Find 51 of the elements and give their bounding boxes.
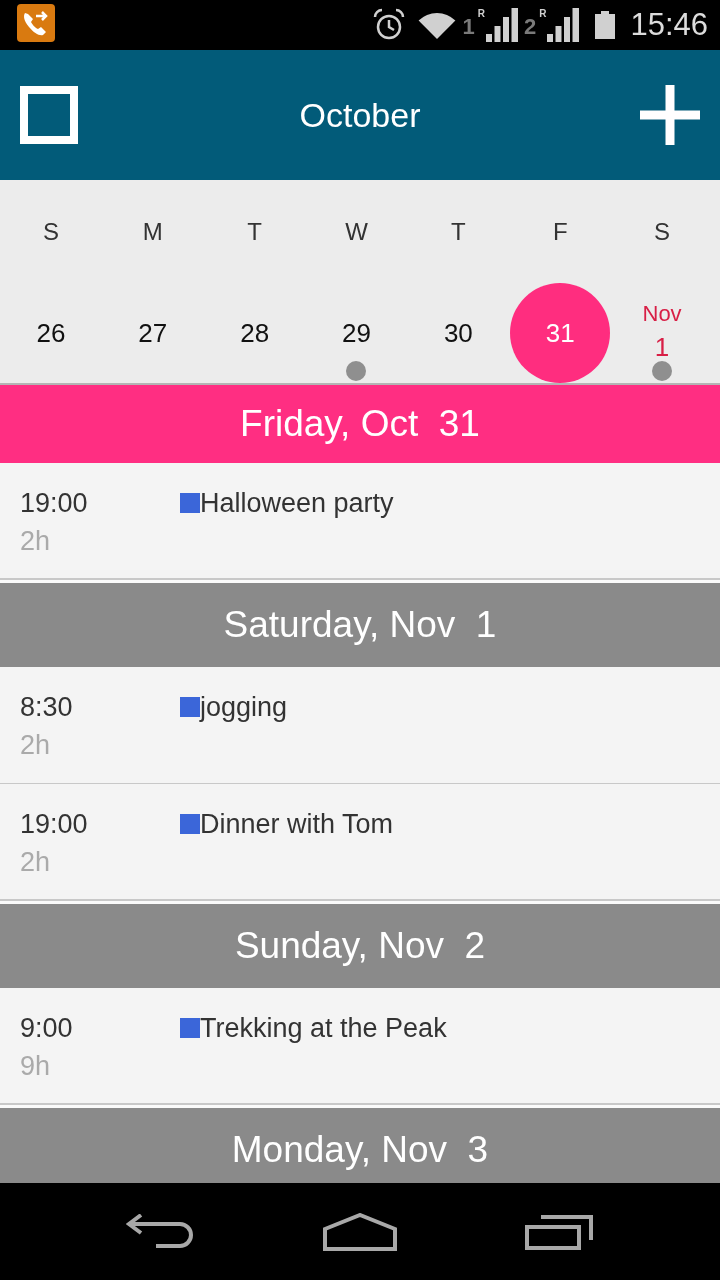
weekday-label: S xyxy=(654,218,671,246)
date-cell[interactable]: 27 xyxy=(132,313,174,352)
weekday-label: M xyxy=(142,218,163,246)
weekday-label: F xyxy=(552,218,568,246)
date-cell[interactable]: 28 xyxy=(234,313,276,352)
sim-label: 1 xyxy=(462,14,475,40)
alarm-clock-icon xyxy=(372,8,407,42)
battery-icon xyxy=(595,11,616,39)
phone-forward-icon xyxy=(17,4,55,42)
event-duration: 2h xyxy=(20,525,51,558)
month-title: October xyxy=(299,95,421,135)
date-cell[interactable]: 31 xyxy=(510,282,611,383)
home-icon[interactable] xyxy=(323,1212,397,1251)
event-title: Dinner with Tom xyxy=(200,808,394,841)
clock-time: 15:46 xyxy=(630,7,708,43)
date-cell[interactable]: 29 xyxy=(336,313,377,352)
event-time: 8:30 xyxy=(20,691,73,724)
wifi-icon xyxy=(418,11,457,39)
event-title: Trekking at the Peak xyxy=(200,1012,447,1045)
event-row[interactable]: 8:30 2h jogging xyxy=(0,667,720,784)
weekday-label: T xyxy=(247,218,262,246)
weekday-label: W xyxy=(345,218,368,246)
event-title: Halloween party xyxy=(200,487,394,520)
event-time: 9:00 xyxy=(20,1012,73,1045)
date-cell[interactable]: 26 xyxy=(30,313,72,352)
event-duration: 2h xyxy=(20,729,51,762)
date-cell[interactable]: 30 xyxy=(437,313,479,352)
weekday-label: T xyxy=(451,218,466,246)
square-icon[interactable] xyxy=(20,86,78,144)
signal-icon xyxy=(485,8,518,42)
day-header: Monday, Nov 3 xyxy=(0,1108,720,1183)
date-cell[interactable]: Nov 1 xyxy=(636,295,688,366)
day-header: Sunday, Nov 2 xyxy=(0,904,720,988)
weekday-label: S xyxy=(42,218,59,246)
add-icon[interactable] xyxy=(640,85,700,145)
day-header: Saturday, Nov 1 xyxy=(0,583,720,667)
event-row[interactable]: 19:00 2h Dinner with Tom xyxy=(0,784,720,901)
event-row[interactable]: 9:00 9h Trekking at the Peak xyxy=(0,988,720,1105)
event-duration: 2h xyxy=(20,846,51,879)
event-title: jogging xyxy=(200,691,288,724)
event-time: 19:00 xyxy=(20,487,88,520)
roaming-label: R xyxy=(477,8,485,20)
recent-apps-icon[interactable] xyxy=(525,1213,595,1250)
sim-label: 2 xyxy=(523,14,537,40)
day-header: Friday, Oct 31 xyxy=(0,385,720,463)
signal-icon xyxy=(547,8,580,42)
event-row[interactable]: 19:00 2h Halloween party xyxy=(0,463,720,580)
event-time: 19:00 xyxy=(20,808,88,841)
back-icon[interactable] xyxy=(126,1213,194,1250)
event-duration: 9h xyxy=(20,1050,51,1083)
roaming-label: R xyxy=(539,8,547,20)
